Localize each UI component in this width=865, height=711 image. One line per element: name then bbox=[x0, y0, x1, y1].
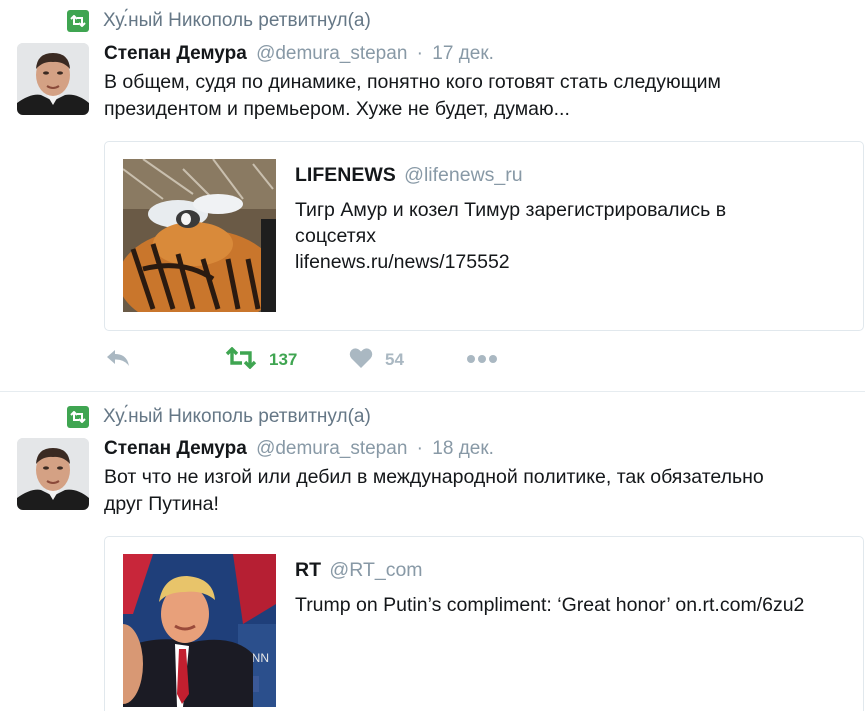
author-handle[interactable]: @demura_stepan bbox=[256, 43, 407, 64]
quoted-author-handle[interactable]: @RT_com bbox=[329, 559, 422, 581]
timestamp[interactable]: 18 дек. bbox=[432, 438, 494, 459]
quoted-text: Trump on Putin’s compliment: ‘Great hono… bbox=[295, 592, 855, 618]
tweet[interactable]: Ху.́ный Никополь ретвитнул(а) Степан Дем… bbox=[0, 393, 865, 711]
quoted-text-line: Тигр Амур и козел Тимур зарегистрировали… bbox=[295, 199, 727, 221]
avatar[interactable] bbox=[17, 438, 89, 510]
more-button[interactable] bbox=[466, 345, 498, 375]
avatar[interactable] bbox=[17, 43, 89, 115]
tweet-text-line: друг Путина! bbox=[104, 493, 219, 515]
retweeted-by-label[interactable]: Ху.́ный Никополь ретвитнул(а) bbox=[103, 406, 371, 428]
author-name[interactable]: Степан Демура bbox=[104, 438, 247, 459]
quoted-tweet-card[interactable]: LIFENEWS @lifenews_ru Тигр Амур и козел … bbox=[104, 141, 864, 331]
author-name[interactable]: Степан Демура bbox=[104, 43, 247, 64]
retweet-context: Ху.́ный Никополь ретвитнул(а) bbox=[67, 10, 371, 32]
tweet-header: Степан Демура @demura_stepan · 18 дек. bbox=[104, 438, 494, 460]
quoted-header: RT @RT_com bbox=[295, 559, 423, 582]
tweet-header: Степан Демура @demura_stepan · 17 дек. bbox=[104, 43, 494, 65]
quoted-text-line: Trump on Putin’s compliment: ‘Great hono… bbox=[295, 594, 805, 616]
tweet[interactable]: Ху.́ный Никополь ретвитнул(а) Степан Дем… bbox=[0, 0, 865, 392]
quoted-text: Тигр Амур и козел Тимур зарегистрировали… bbox=[295, 197, 845, 275]
quoted-header: LIFENEWS @lifenews_ru bbox=[295, 164, 523, 187]
author-handle[interactable]: @demura_stepan bbox=[256, 438, 407, 459]
like-button[interactable]: 54 bbox=[349, 345, 404, 375]
tweet-text-line: Вот что не изгой или дебил в международн… bbox=[104, 466, 764, 488]
tweet-actions: 137 54 bbox=[104, 345, 604, 375]
retweet-icon bbox=[225, 346, 257, 374]
quoted-author-name[interactable]: RT bbox=[295, 559, 321, 581]
tweet-text-line: президентом и премьером. Хуже не будет, … bbox=[104, 98, 570, 120]
reply-icon bbox=[104, 348, 132, 373]
retweet-badge-icon bbox=[67, 406, 89, 428]
like-count: 54 bbox=[385, 350, 404, 369]
tweet-text: В общем, судя по динамике, понятно кого … bbox=[104, 69, 844, 123]
separator: · bbox=[416, 438, 423, 459]
quoted-text-line: соцсетях bbox=[295, 225, 376, 247]
quoted-author-name[interactable]: LIFENEWS bbox=[295, 164, 396, 186]
separator: · bbox=[416, 43, 423, 64]
retweet-context: Ху.́ный Никополь ретвитнул(а) bbox=[67, 406, 371, 428]
quoted-tweet-card[interactable]: CNN RT @RT_com Trump on Putin’s complime… bbox=[104, 536, 864, 711]
tweet-text-line: В общем, судя по динамике, понятно кого … bbox=[104, 71, 721, 93]
timestamp[interactable]: 17 дек. bbox=[432, 43, 494, 64]
reply-button[interactable] bbox=[104, 345, 132, 375]
quoted-author-handle[interactable]: @lifenews_ru bbox=[404, 164, 522, 186]
trump-debate-photo: CNN bbox=[123, 554, 276, 707]
more-icon bbox=[466, 351, 498, 369]
tiger-and-goat-photo bbox=[123, 159, 276, 312]
quoted-link[interactable]: lifenews.ru/news/175552 bbox=[295, 249, 845, 275]
retweet-badge-icon bbox=[67, 10, 89, 32]
heart-icon bbox=[349, 347, 373, 374]
retweeted-by-label[interactable]: Ху.́ный Никополь ретвитнул(а) bbox=[103, 10, 371, 32]
retweet-button[interactable]: 137 bbox=[225, 345, 297, 375]
retweet-count: 137 bbox=[269, 350, 298, 369]
tweet-text: Вот что не изгой или дебил в международн… bbox=[104, 464, 844, 518]
